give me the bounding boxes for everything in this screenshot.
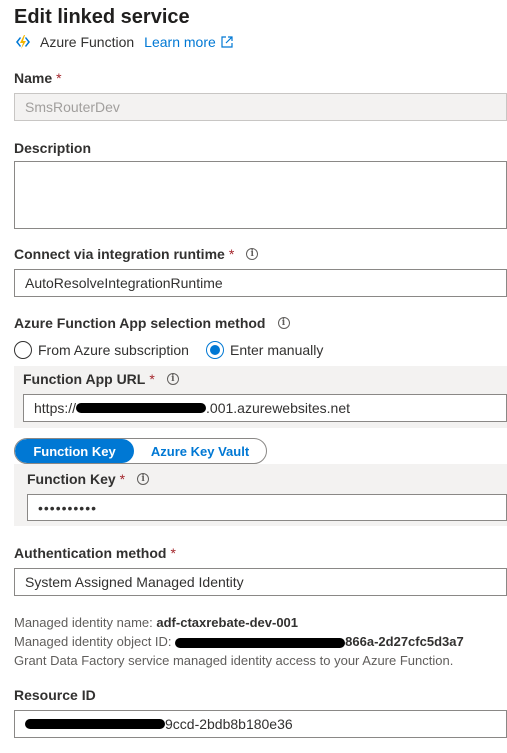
- learn-more-text[interactable]: Learn more: [144, 34, 216, 50]
- page-title: Edit linked service: [14, 6, 190, 28]
- redacted-block: [175, 637, 346, 648]
- managed-identity-object-id-row: Managed identity object ID: 866a-2d27cfc…: [14, 634, 464, 649]
- name-value: SmsRouterDev: [25, 99, 120, 115]
- radio-circle[interactable]: [14, 341, 32, 359]
- info-icon[interactable]: i: [277, 317, 290, 329]
- required-marker: *: [119, 471, 126, 487]
- function-key-label-text: Function Key: [27, 471, 116, 487]
- auth-method-select[interactable]: System Assigned Managed Identity: [14, 568, 507, 596]
- radio-enter-manually[interactable]: Enter manually: [206, 341, 323, 359]
- url-prefix: https://: [34, 400, 77, 416]
- service-type-row: Azure Function Learn more: [14, 32, 233, 52]
- required-marker: *: [170, 545, 176, 561]
- name-label-text: Name: [14, 70, 53, 86]
- runtime-label-text: Connect via integration runtime: [14, 246, 225, 262]
- mi-object-id-label: Managed identity object ID:: [14, 634, 172, 649]
- mi-name-value: adf-ctaxrebate-dev-001: [156, 615, 299, 630]
- runtime-value: AutoResolveIntegrationRuntime: [25, 275, 223, 291]
- resource-id-label: Resource ID: [14, 687, 96, 703]
- runtime-label: Connect via integration runtime * i: [14, 246, 259, 262]
- radio-from-azure-subscription[interactable]: From Azure subscription: [14, 341, 189, 359]
- selection-method-label-text: Azure Function App selection method: [14, 315, 266, 331]
- description-label: Description: [14, 140, 91, 156]
- learn-more-link[interactable]: Learn more: [144, 34, 233, 50]
- redacted-block: [25, 719, 165, 729]
- redacted-block: [76, 403, 207, 413]
- function-app-url-label: Function App URL * i: [23, 371, 179, 387]
- auth-method-label: Authentication method *: [14, 545, 176, 561]
- auth-method-value: System Assigned Managed Identity: [25, 574, 244, 590]
- required-marker: *: [228, 246, 235, 262]
- resource-id-label-text: Resource ID: [14, 687, 96, 703]
- function-app-url-label-text: Function App URL: [23, 371, 146, 387]
- azure-function-bolt-icon: [16, 35, 30, 49]
- name-label: Name *: [14, 70, 62, 86]
- auth-method-label-text: Authentication method: [14, 545, 167, 561]
- tab-azure-key-vault[interactable]: Azure Key Vault: [134, 439, 266, 463]
- resource-id-suffix: 9ccd-2bdb8b180e36: [165, 716, 293, 732]
- info-icon[interactable]: i: [246, 248, 259, 260]
- function-app-url-input[interactable]: https:// .001.azurewebsites.net: [23, 394, 507, 422]
- service-type-label: Azure Function: [40, 34, 135, 50]
- info-icon[interactable]: i: [166, 373, 179, 385]
- description-textarea[interactable]: [14, 161, 507, 229]
- mi-name-label: Managed identity name:: [14, 615, 153, 630]
- managed-identity-name-row: Managed identity name: adf-ctaxrebate-de…: [14, 615, 298, 630]
- function-key-input[interactable]: ••••••••••: [27, 494, 507, 521]
- grant-access-text: Grant Data Factory service managed ident…: [14, 653, 454, 668]
- function-key-label: Function Key * i: [27, 471, 150, 487]
- selection-method-label: Azure Function App selection method i: [14, 315, 290, 331]
- name-input[interactable]: SmsRouterDev: [14, 93, 507, 121]
- required-marker: *: [56, 70, 62, 86]
- tab-function-key[interactable]: Function Key: [15, 439, 135, 463]
- external-link-icon: [221, 36, 233, 48]
- url-suffix: .001.azurewebsites.net: [206, 400, 351, 416]
- description-label-text: Description: [14, 140, 92, 156]
- radio-label: From Azure subscription: [38, 342, 189, 358]
- runtime-select[interactable]: AutoResolveIntegrationRuntime: [14, 269, 507, 297]
- radio-circle-selected[interactable]: [206, 341, 224, 359]
- resource-id-input[interactable]: 9ccd-2bdb8b180e36: [14, 710, 507, 738]
- radio-label: Enter manually: [230, 342, 324, 358]
- key-source-toggle[interactable]: Function Key Azure Key Vault: [14, 438, 267, 464]
- mi-object-id-suffix: 866a-2d27cfc5d3a7: [345, 634, 464, 649]
- required-marker: *: [149, 371, 155, 387]
- info-icon[interactable]: i: [137, 473, 150, 485]
- function-key-value: ••••••••••: [38, 499, 98, 516]
